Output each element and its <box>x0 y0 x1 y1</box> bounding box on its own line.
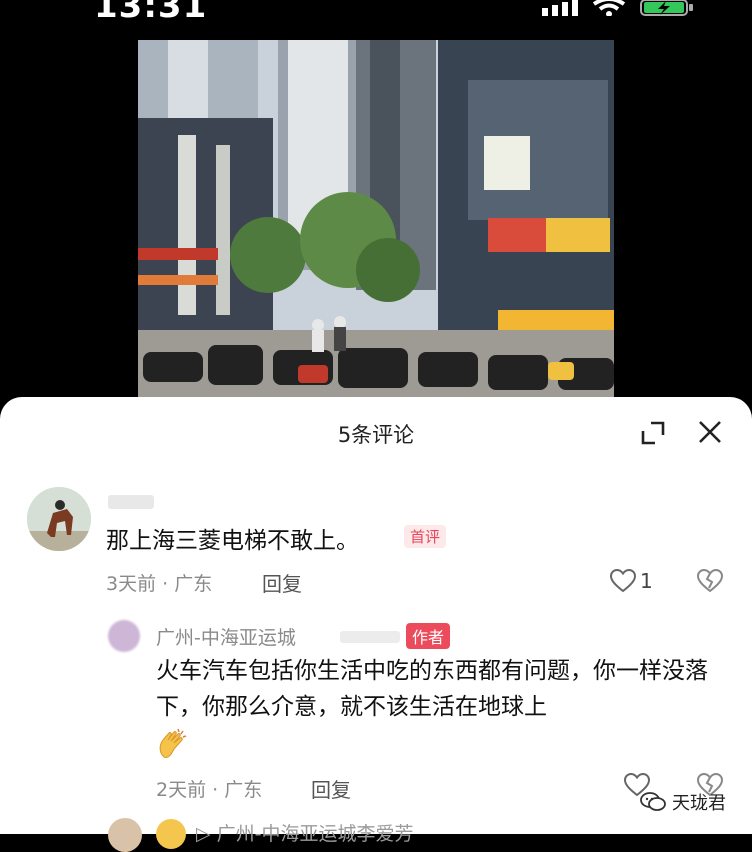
watermark-text: 天珑君 <box>672 793 726 814</box>
street-photo[interactable] <box>138 40 614 400</box>
comment-text: 那上海三菱电梯不敢上。 <box>106 528 359 554</box>
reply-button[interactable]: 回复 <box>262 568 302 597</box>
clapping-hands-icon <box>159 728 187 758</box>
first-comment-badge: 首评 <box>404 525 447 548</box>
status-time: 13:31 <box>94 0 208 26</box>
reply-author[interactable]: 广州-中海亚运城 <box>156 623 296 650</box>
broken-heart-icon[interactable] <box>697 569 723 593</box>
username-blurred <box>108 495 154 509</box>
wechat-logo-icon <box>640 792 666 811</box>
username-blurred <box>340 631 400 643</box>
status-bar: 13:31 <box>0 0 752 40</box>
comment-text: 火车汽车包括你生活中吃的东西都有问题，你一样没落下，你那么介意，就不该生活在地球… <box>156 658 708 720</box>
watermark: 天珑君 <box>640 789 726 815</box>
comment-meta: 2天前 · 广东 <box>156 779 263 801</box>
comment-meta: 3天前 · 广东 <box>106 573 213 595</box>
battery-charging-icon <box>640 0 693 16</box>
author-badge: 作者 <box>406 623 451 649</box>
reply-author[interactable]: ▷ 广州-中海亚运城李爱芳 <box>196 819 414 846</box>
avatar[interactable] <box>27 487 91 551</box>
like-count: 1 <box>640 569 653 593</box>
wifi-icon <box>592 0 626 16</box>
expand-icon[interactable] <box>641 421 665 445</box>
avatar[interactable] <box>108 620 140 652</box>
avatar[interactable] <box>108 818 142 852</box>
reply-button[interactable]: 回复 <box>311 774 351 803</box>
emoji-icon <box>156 819 186 849</box>
heart-icon[interactable] <box>610 569 636 593</box>
close-icon[interactable] <box>697 419 723 445</box>
comments-sheet: 5条评论 那上海三菱电梯不敢上。 首评 3天前 · 广东 回复 1 广州-中海亚… <box>0 397 752 852</box>
comments-sheet-title: 5条评论 <box>337 423 415 447</box>
signal-icon <box>542 0 578 16</box>
